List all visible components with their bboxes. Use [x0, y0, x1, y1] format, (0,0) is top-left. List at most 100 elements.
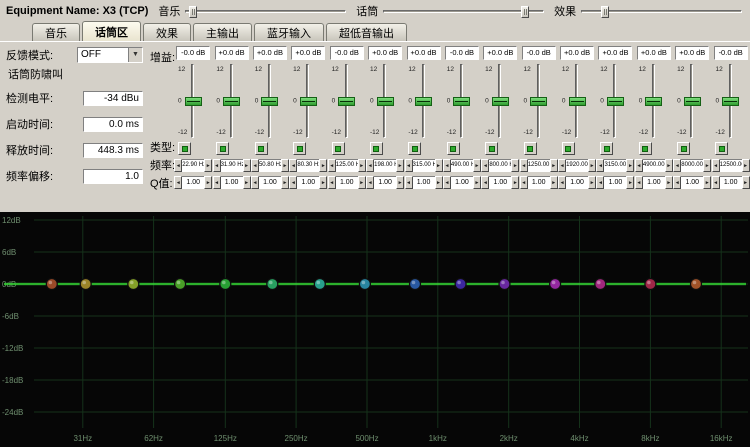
band-q-input[interactable]: 1.00	[489, 176, 511, 189]
band-gain-slider[interactable]: 120-12	[443, 62, 481, 140]
band-type-button[interactable]	[178, 142, 191, 155]
band-type-button[interactable]	[293, 142, 306, 155]
band-freq-input[interactable]: 198.00 Hz	[374, 159, 396, 172]
freq-increment-button[interactable]: ►	[358, 159, 366, 172]
q-decrement-button[interactable]: ◄	[712, 176, 720, 189]
tab-3[interactable]: 主输出	[193, 23, 252, 41]
freq-increment-button[interactable]: ►	[243, 159, 251, 172]
band-freq-input[interactable]: 31.90 Hz	[221, 159, 243, 172]
q-decrement-button[interactable]: ◄	[520, 176, 528, 189]
q-decrement-button[interactable]: ◄	[366, 176, 374, 189]
band-gain-slider[interactable]: 120-12	[404, 62, 442, 140]
freq-decrement-button[interactable]: ◄	[366, 159, 374, 172]
slider-thumb[interactable]	[521, 6, 529, 18]
band-gain-input[interactable]: +0.0 dB	[253, 46, 287, 60]
band-type-button[interactable]	[332, 142, 345, 155]
band-q-input[interactable]: 1.00	[604, 176, 626, 189]
feedback-mode-dropdown[interactable]: OFF▼	[77, 47, 143, 63]
band-q-input[interactable]: 1.00	[720, 176, 742, 189]
q-decrement-button[interactable]: ◄	[635, 176, 643, 189]
band-gain-slider[interactable]: 120-12	[289, 62, 327, 140]
band-q-input[interactable]: 1.00	[297, 176, 319, 189]
dropdown-arrow-icon[interactable]: ▼	[128, 48, 142, 62]
freq-increment-button[interactable]: ►	[473, 159, 481, 172]
q-increment-button[interactable]: ►	[281, 176, 289, 189]
band-type-button[interactable]	[485, 142, 498, 155]
slider-thumb[interactable]	[569, 97, 586, 106]
q-increment-button[interactable]: ►	[665, 176, 673, 189]
band-freq-input[interactable]: 50.80 Hz	[259, 159, 281, 172]
band-q-input[interactable]: 1.00	[566, 176, 588, 189]
band-q-input[interactable]: 1.00	[259, 176, 281, 189]
q-increment-button[interactable]: ►	[742, 176, 750, 189]
freq-decrement-button[interactable]: ◄	[174, 159, 182, 172]
freq-decrement-button[interactable]: ◄	[596, 159, 604, 172]
slider-thumb[interactable]	[415, 97, 432, 106]
left-field-input-3[interactable]: 1.0	[83, 169, 143, 184]
q-increment-button[interactable]: ►	[243, 176, 251, 189]
freq-decrement-button[interactable]: ◄	[712, 159, 720, 172]
band-gain-input[interactable]: +0.0 dB	[560, 46, 594, 60]
band-gain-slider[interactable]: 120-12	[558, 62, 596, 140]
band-freq-input[interactable]: 1920.00 Hz	[566, 159, 588, 172]
band-type-button[interactable]	[600, 142, 613, 155]
band-gain-input[interactable]: +0.0 dB	[215, 46, 249, 60]
band-gain-slider[interactable]: 120-12	[711, 62, 749, 140]
band-gain-input[interactable]: +0.0 dB	[637, 46, 671, 60]
band-freq-input[interactable]: 8000.00 Hz	[681, 159, 703, 172]
band-freq-input[interactable]: 3150.00 Hz	[604, 159, 626, 172]
slider-thumb[interactable]	[338, 97, 355, 106]
band-gain-input[interactable]: -0.0 dB	[445, 46, 479, 60]
q-decrement-button[interactable]: ◄	[213, 176, 221, 189]
q-increment-button[interactable]: ►	[435, 176, 443, 189]
band-type-button[interactable]	[216, 142, 229, 155]
band-freq-input[interactable]: 4900.00 Hz	[643, 159, 665, 172]
band-gain-slider[interactable]: 120-12	[366, 62, 404, 140]
band-freq-input[interactable]: 490.00 Hz	[451, 159, 473, 172]
slider-thumb[interactable]	[185, 97, 202, 106]
freq-increment-button[interactable]: ►	[550, 159, 558, 172]
q-decrement-button[interactable]: ◄	[405, 176, 413, 189]
q-decrement-button[interactable]: ◄	[558, 176, 566, 189]
band-gain-input[interactable]: -0.0 dB	[714, 46, 748, 60]
band-gain-slider[interactable]: 120-12	[251, 62, 289, 140]
freq-decrement-button[interactable]: ◄	[289, 159, 297, 172]
freq-increment-button[interactable]: ►	[396, 159, 404, 172]
band-freq-input[interactable]: 125.00 Hz	[336, 159, 358, 172]
band-type-button[interactable]	[639, 142, 652, 155]
freq-increment-button[interactable]: ►	[319, 159, 327, 172]
q-increment-button[interactable]: ►	[473, 176, 481, 189]
slider-thumb[interactable]	[300, 97, 317, 106]
band-gain-slider[interactable]: 120-12	[520, 62, 558, 140]
slider-thumb[interactable]	[223, 97, 240, 106]
freq-increment-button[interactable]: ►	[742, 159, 750, 172]
q-increment-button[interactable]: ►	[319, 176, 327, 189]
q-increment-button[interactable]: ►	[204, 176, 212, 189]
q-decrement-button[interactable]: ◄	[443, 176, 451, 189]
band-type-button[interactable]	[447, 142, 460, 155]
band-freq-input[interactable]: 80.30 Hz	[297, 159, 319, 172]
freq-increment-button[interactable]: ►	[281, 159, 289, 172]
tab-4[interactable]: 蓝牙输入	[254, 23, 324, 41]
q-decrement-button[interactable]: ◄	[328, 176, 336, 189]
freq-decrement-button[interactable]: ◄	[673, 159, 681, 172]
band-gain-slider[interactable]: 120-12	[174, 62, 212, 140]
band-q-input[interactable]: 1.00	[374, 176, 396, 189]
left-field-input-1[interactable]: 0.0 ms	[83, 117, 143, 132]
slider-thumb[interactable]	[377, 97, 394, 106]
band-q-input[interactable]: 1.00	[182, 176, 204, 189]
freq-decrement-button[interactable]: ◄	[328, 159, 336, 172]
q-increment-button[interactable]: ►	[550, 176, 558, 189]
q-increment-button[interactable]: ►	[703, 176, 711, 189]
band-gain-input[interactable]: +0.0 dB	[598, 46, 632, 60]
band-freq-input[interactable]: 22.90 Hz	[182, 159, 204, 172]
band-type-button[interactable]	[255, 142, 268, 155]
freq-increment-button[interactable]: ►	[626, 159, 634, 172]
slider-thumb[interactable]	[722, 97, 739, 106]
freq-increment-button[interactable]: ►	[665, 159, 673, 172]
band-type-button[interactable]	[677, 142, 690, 155]
freq-increment-button[interactable]: ►	[703, 159, 711, 172]
left-field-input-0[interactable]: -34 dBu	[83, 91, 143, 106]
band-gain-slider[interactable]: 120-12	[596, 62, 634, 140]
band-freq-input[interactable]: 800.00 Hz	[489, 159, 511, 172]
